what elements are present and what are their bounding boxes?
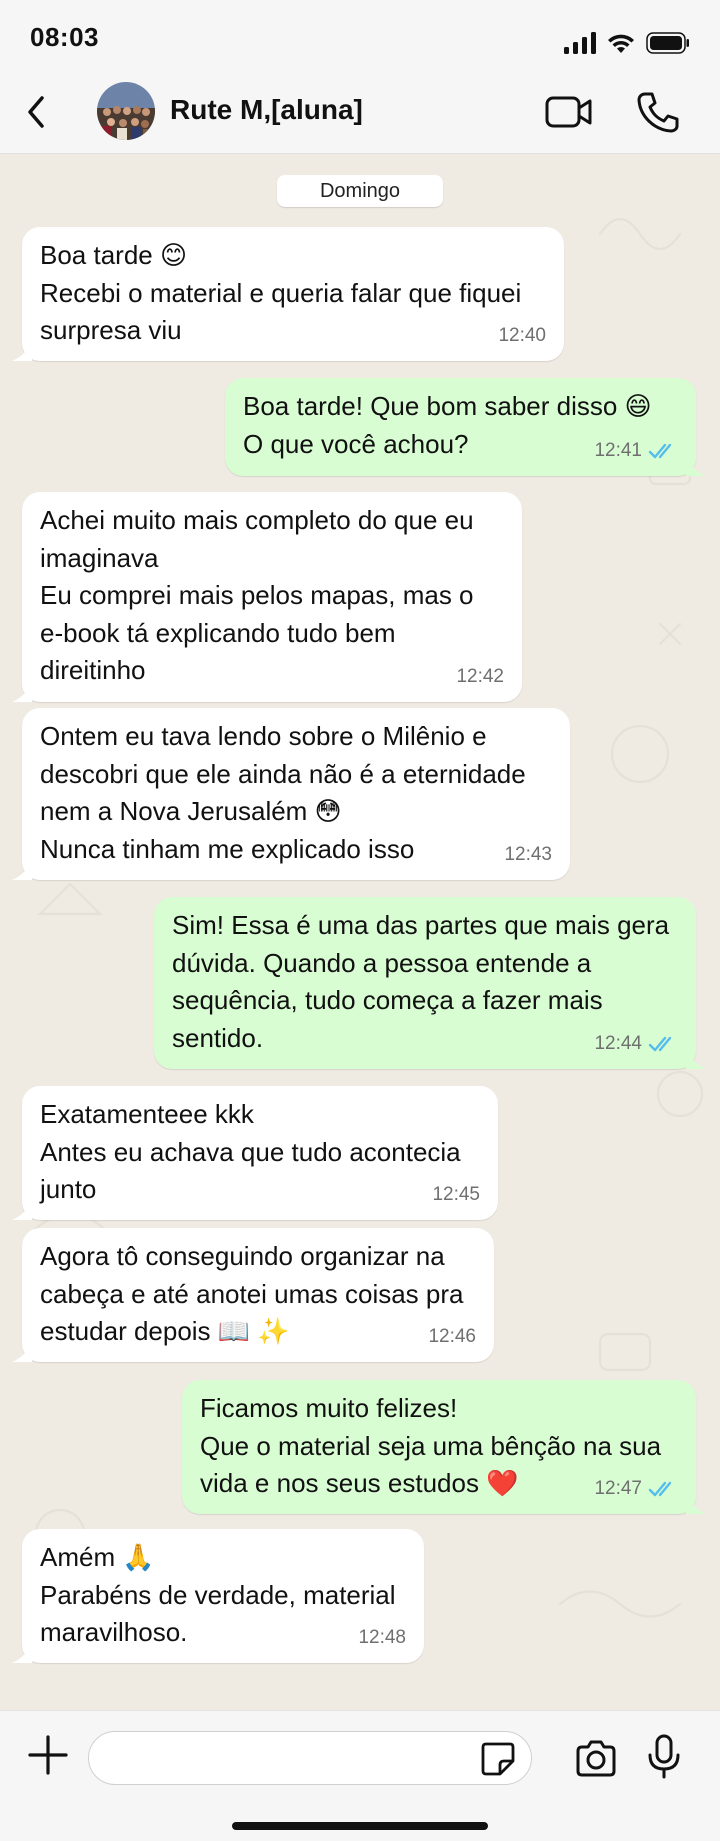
message-time: 12:44 bbox=[594, 1033, 642, 1054]
bubble-tail bbox=[12, 1200, 32, 1220]
double-check-icon bbox=[648, 1036, 672, 1052]
message-line: Boa tarde 😊 bbox=[40, 240, 188, 270]
message-line: Parabéns de verdade, material bbox=[40, 1579, 396, 1610]
message-meta: 12:43 bbox=[504, 844, 552, 866]
bubble-tail bbox=[686, 1049, 706, 1069]
message-incoming[interactable]: Boa tarde 😊 Recebi o material e queria f… bbox=[12, 227, 564, 361]
message-meta: 12:48 bbox=[358, 1627, 406, 1649]
message-line: Achei muito mais completo do que eu bbox=[40, 505, 474, 535]
wifi-icon bbox=[608, 34, 634, 53]
message-meta: 12:44 bbox=[594, 1033, 678, 1055]
message-time: 12:47 bbox=[594, 1478, 642, 1499]
message-time: 12:46 bbox=[428, 1326, 476, 1347]
message-line: Agora tô conseguindo organizar na bbox=[40, 1241, 445, 1271]
message-line: dúvida. Quando a pessoa entende a bbox=[172, 947, 592, 978]
status-bar: 08:03 bbox=[0, 0, 720, 70]
battery-icon bbox=[646, 32, 689, 54]
message-outgoing[interactable]: Sim! Essa é uma das partes que mais gera… bbox=[154, 897, 706, 1069]
message-line: direitinho bbox=[40, 655, 146, 685]
message-meta: 12:41 bbox=[594, 440, 678, 462]
message-incoming[interactable]: Exatamenteee kkk Antes eu achava que tud… bbox=[12, 1086, 498, 1220]
bubble-tail bbox=[12, 341, 32, 361]
message-line: junto bbox=[40, 1174, 97, 1204]
message-line: imaginava bbox=[40, 542, 159, 573]
message-line: e-book tá explicando tudo bem bbox=[40, 617, 396, 648]
avatar-photo bbox=[97, 82, 155, 140]
composer-bar bbox=[0, 1710, 720, 1841]
double-check-icon bbox=[648, 443, 672, 459]
message-line: Boa tarde! Que bom saber disso 😄 bbox=[243, 391, 652, 421]
sticker-icon[interactable] bbox=[480, 1741, 516, 1777]
message-time: 12:48 bbox=[358, 1627, 406, 1648]
message-line: maravilhoso. bbox=[40, 1617, 188, 1647]
message-line: Amém 🙏 bbox=[40, 1542, 155, 1572]
message-line: Que o material seja uma bênção na sua bbox=[200, 1430, 662, 1461]
message-line: cabeça e até anotei umas coisas pra bbox=[40, 1278, 464, 1309]
message-time: 12:40 bbox=[498, 325, 546, 346]
video-camera-icon[interactable] bbox=[544, 92, 594, 132]
message-incoming[interactable]: Amém 🙏 Parabéns de verdade, material mar… bbox=[12, 1529, 424, 1663]
message-meta: 12:45 bbox=[432, 1184, 480, 1206]
message-meta: 12:47 bbox=[594, 1478, 678, 1500]
bubble-tail bbox=[686, 456, 706, 476]
microphone-icon[interactable] bbox=[646, 1733, 682, 1781]
chat-area[interactable]: Domingo Boa tarde 😊 Recebi o material e … bbox=[0, 154, 720, 1710]
message-outgoing[interactable]: Ficamos muito felizes! Que o material se… bbox=[182, 1380, 706, 1514]
camera-icon[interactable] bbox=[574, 1737, 618, 1781]
bubble-tail bbox=[686, 1494, 706, 1514]
plus-icon[interactable] bbox=[26, 1733, 70, 1777]
message-line: Eu comprei mais pelos mapas, mas o bbox=[40, 580, 474, 610]
avatar[interactable] bbox=[97, 82, 155, 140]
bubble-tail bbox=[12, 860, 32, 880]
message-line: descobri que ele ainda não é a eternidad… bbox=[40, 758, 526, 789]
message-line: Exatamenteee kkk bbox=[40, 1099, 254, 1129]
message-line: Sim! Essa é uma das partes que mais gera bbox=[172, 910, 670, 940]
contact-name[interactable]: Rute M,[aluna] bbox=[170, 94, 363, 126]
message-line: sequência, tudo começa a fazer mais bbox=[172, 985, 603, 1015]
message-line: Nunca tinham me explicado isso bbox=[40, 833, 415, 864]
message-time: 12:42 bbox=[456, 666, 504, 687]
home-indicator bbox=[232, 1822, 488, 1830]
chat-header: Rute M,[aluna] bbox=[0, 70, 720, 154]
status-icons bbox=[564, 30, 690, 56]
message-line: estudar depois 📖 ✨ bbox=[40, 1316, 290, 1346]
back-arrow-icon[interactable] bbox=[18, 90, 54, 134]
message-meta: 12:42 bbox=[456, 666, 504, 688]
message-time: 12:45 bbox=[432, 1184, 480, 1205]
message-incoming[interactable]: Achei muito mais completo do que eu imag… bbox=[12, 492, 522, 702]
bubble-tail bbox=[12, 1643, 32, 1663]
message-incoming[interactable]: Ontem eu tava lendo sobre o Milênio e de… bbox=[12, 708, 570, 880]
message-time: 12:41 bbox=[594, 440, 642, 461]
message-line: nem a Nova Jerusalém 😳 bbox=[40, 796, 342, 826]
message-meta: 12:46 bbox=[428, 1326, 476, 1348]
date-separator: Domingo bbox=[277, 175, 443, 207]
message-line: Ontem eu tava lendo sobre o Milênio e bbox=[40, 721, 487, 751]
message-input[interactable] bbox=[88, 1731, 532, 1785]
phone-icon[interactable] bbox=[636, 90, 680, 134]
message-line: Recebi o material e queria falar que fiq… bbox=[40, 277, 522, 308]
message-line: surpresa viu bbox=[40, 315, 182, 345]
cellular-signal-icon bbox=[564, 32, 596, 54]
status-time: 08:03 bbox=[30, 22, 99, 52]
message-incoming[interactable]: Agora tô conseguindo organizar na cabeça… bbox=[12, 1228, 494, 1362]
message-meta: 12:40 bbox=[498, 325, 546, 347]
double-check-icon bbox=[648, 1481, 672, 1497]
bubble-tail bbox=[12, 682, 32, 702]
message-outgoing[interactable]: Boa tarde! Que bom saber disso 😄 O que v… bbox=[225, 378, 706, 476]
message-time: 12:43 bbox=[504, 844, 552, 865]
message-line: Antes eu achava que tudo acontecia bbox=[40, 1136, 461, 1167]
bubble-tail bbox=[12, 1342, 32, 1362]
message-line: Ficamos muito felizes! bbox=[200, 1393, 458, 1423]
